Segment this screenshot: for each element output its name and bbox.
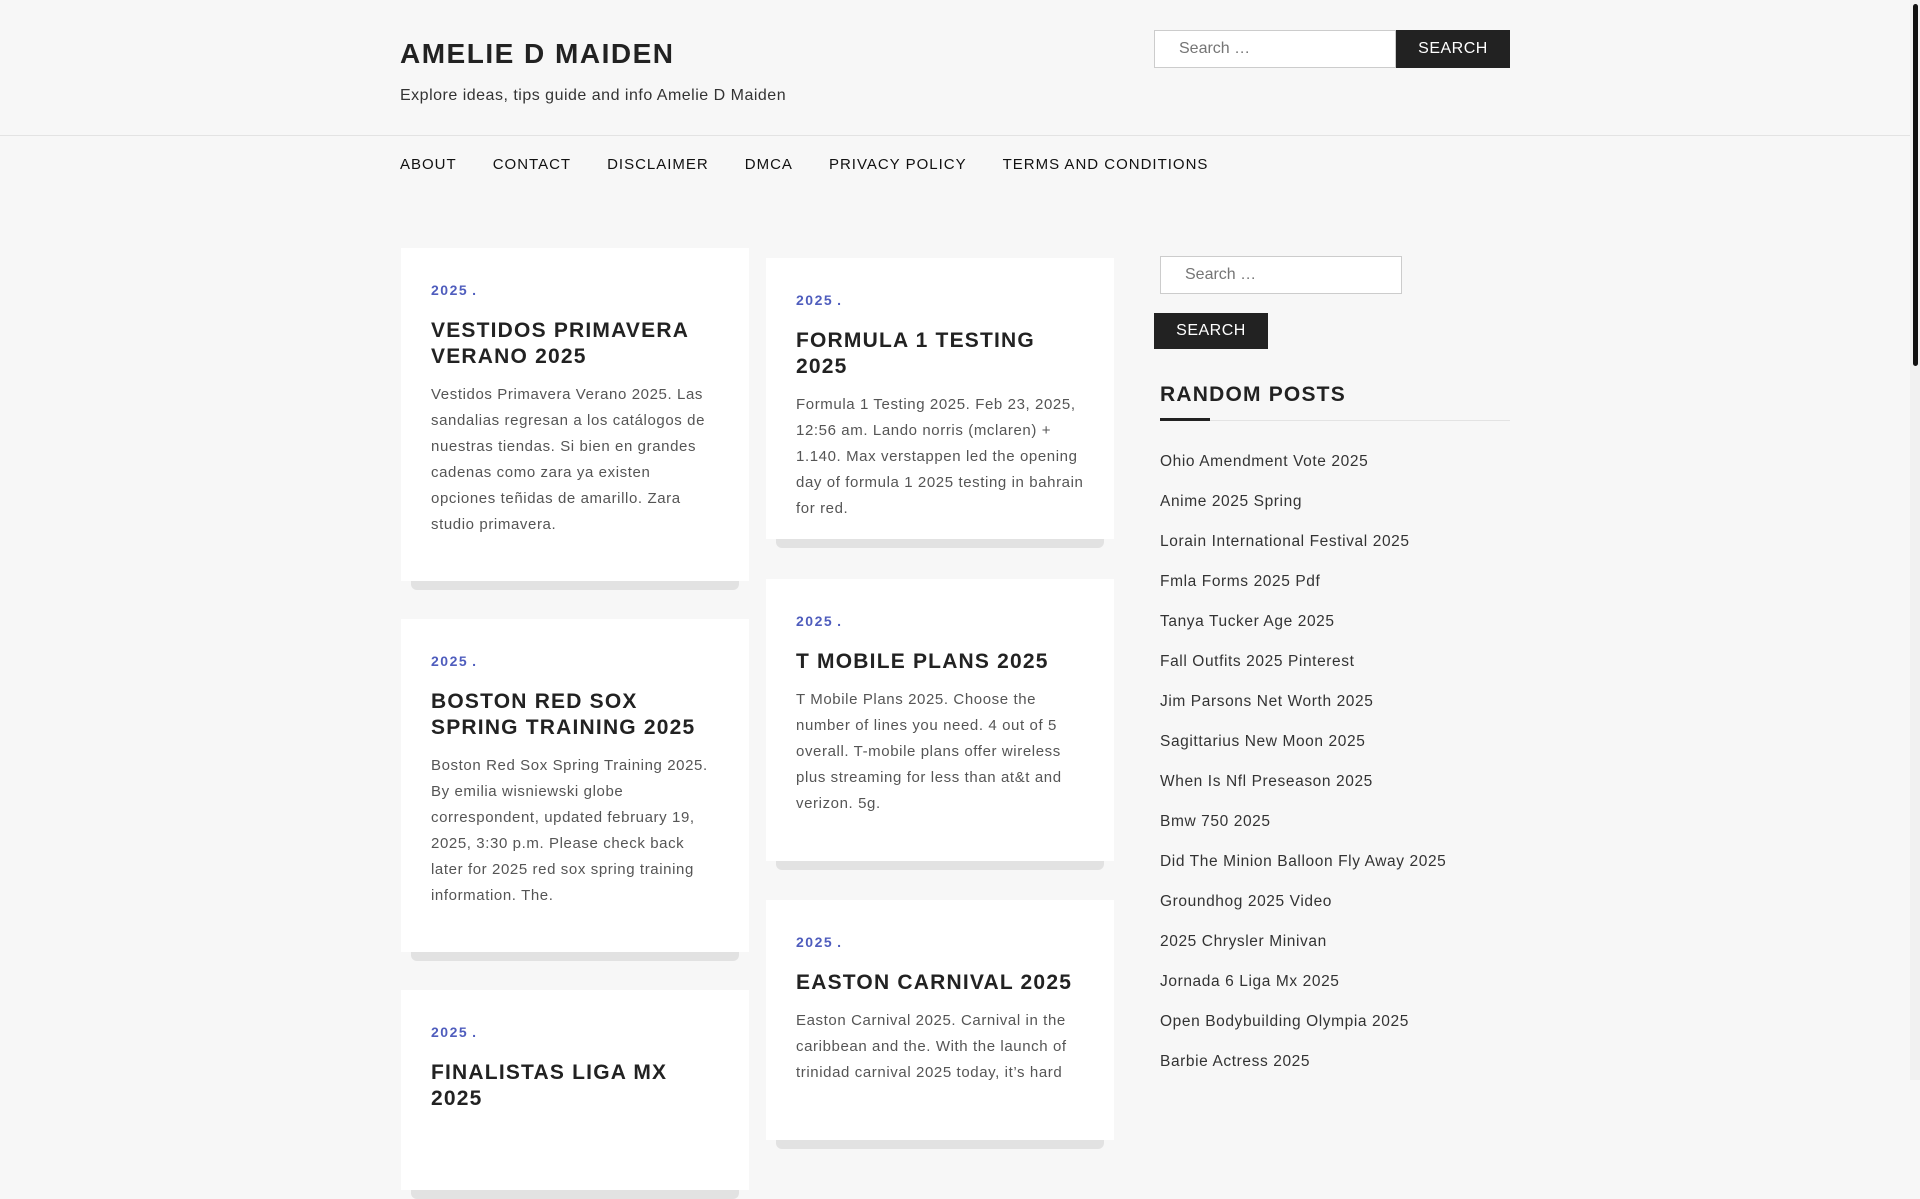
post-excerpt: Boston Red Sox Spring Training 2025. By … <box>431 757 708 904</box>
random-post-link[interactable]: Jim Parsons Net Worth 2025 <box>1160 693 1373 710</box>
list-item: Fall Outfits 2025 Pinterest <box>1160 653 1446 693</box>
header-divider <box>0 135 1910 136</box>
post-excerpt: Formula 1 Testing 2025. Feb 23, 2025, 12… <box>796 396 1084 517</box>
random-post-link[interactable]: Ohio Amendment Vote 2025 <box>1160 453 1368 470</box>
random-post-link[interactable]: Open Bodybuilding Olympia 2025 <box>1160 1013 1409 1030</box>
list-item: Did The Minion Balloon Fly Away 2025 <box>1160 853 1446 893</box>
list-item: Lorain International Festival 2025 <box>1160 533 1446 573</box>
random-posts-underline <box>1160 418 1210 421</box>
list-item: Barbie Actress 2025 <box>1160 1053 1446 1093</box>
random-post-link[interactable]: Tanya Tucker Age 2025 <box>1160 613 1335 630</box>
list-item: 2025 Chrysler Minivan <box>1160 933 1446 973</box>
random-post-link[interactable]: Fmla Forms 2025 Pdf <box>1160 573 1320 590</box>
sidebar-search-input[interactable] <box>1160 256 1402 294</box>
list-item: Sagittarius New Moon 2025 <box>1160 733 1446 773</box>
post-excerpt: T Mobile Plans 2025. Choose the number o… <box>796 691 1062 812</box>
random-post-link[interactable]: Lorain International Festival 2025 <box>1160 533 1410 550</box>
site-title[interactable]: AMELIE D MAIDEN <box>400 38 675 70</box>
list-item: Bmw 750 2025 <box>1160 813 1446 853</box>
list-item: Jim Parsons Net Worth 2025 <box>1160 693 1446 733</box>
nav-item-dmca[interactable]: DMCA <box>745 156 793 173</box>
header-search-form: Search <box>1154 30 1510 68</box>
post-category-link[interactable]: 2025 <box>431 653 468 669</box>
scrollbar-thumb[interactable] <box>1913 4 1918 366</box>
nav-item-about[interactable]: ABOUT <box>400 156 457 173</box>
list-item: When Is Nfl Preseason 2025 <box>1160 773 1446 813</box>
random-post-link[interactable]: Sagittarius New Moon 2025 <box>1160 733 1365 750</box>
random-posts-heading: RANDOM POSTS <box>1160 383 1346 406</box>
site-description: Explore ideas, tips guide and info Ameli… <box>400 87 787 104</box>
post-title[interactable]: Formula 1 Testing 2025 <box>796 328 1084 380</box>
post-category-link[interactable]: 2025 <box>796 613 833 629</box>
list-item: Ohio Amendment Vote 2025 <box>1160 453 1446 493</box>
post-category-link[interactable]: 2025 <box>431 282 468 298</box>
post-category-link[interactable]: 2025 <box>431 1024 468 1040</box>
post-title[interactable]: Easton Carnival 2025 <box>796 970 1084 996</box>
post-card: 2025. T Mobile Plans 2025 T Mobile Plans… <box>766 579 1114 870</box>
main-nav: ABOUT CONTACT DISCLAIMER DMCA PRIVACY PO… <box>400 156 1244 173</box>
post-title[interactable]: Finalistas Liga Mx 2025 <box>431 1060 719 1112</box>
list-item: Groundhog 2025 Video <box>1160 893 1446 933</box>
post-title[interactable]: Vestidos Primavera Verano 2025 <box>431 318 719 370</box>
list-item: Fmla Forms 2025 Pdf <box>1160 573 1446 613</box>
page: AMELIE D MAIDEN Explore ideas, tips guid… <box>0 0 1910 1199</box>
random-posts-list: Ohio Amendment Vote 2025 Anime 2025 Spri… <box>1160 453 1446 1093</box>
list-item: Anime 2025 Spring <box>1160 493 1446 533</box>
random-posts-rule <box>1160 420 1510 421</box>
nav-item-disclaimer[interactable]: DISCLAIMER <box>607 156 709 173</box>
random-post-link[interactable]: Barbie Actress 2025 <box>1160 1053 1310 1070</box>
list-item: Jornada 6 Liga Mx 2025 <box>1160 973 1446 1013</box>
post-category-link[interactable]: 2025 <box>796 292 833 308</box>
post-excerpt: Vestidos Primavera Verano 2025. Las sand… <box>431 386 706 533</box>
post-excerpt: Easton Carnival 2025. Carnival in the ca… <box>796 1012 1067 1081</box>
post-card: 2025. Finalistas Liga Mx 2025 <box>401 990 749 1199</box>
post-card: 2025. Easton Carnival 2025 Easton Carniv… <box>766 900 1114 1149</box>
header-search-button[interactable]: Search <box>1396 30 1510 68</box>
list-item: Tanya Tucker Age 2025 <box>1160 613 1446 653</box>
post-card: 2025. Boston Red Sox Spring Training 202… <box>401 619 749 961</box>
random-post-link[interactable]: Jornada 6 Liga Mx 2025 <box>1160 973 1340 990</box>
header-search-input[interactable] <box>1154 30 1396 68</box>
sidebar-search-button[interactable]: Search <box>1154 313 1268 349</box>
post-card: 2025. Formula 1 Testing 2025 Formula 1 T… <box>766 258 1114 548</box>
random-post-link[interactable]: Groundhog 2025 Video <box>1160 893 1332 910</box>
random-post-link[interactable]: Did The Minion Balloon Fly Away 2025 <box>1160 853 1446 870</box>
post-category-link[interactable]: 2025 <box>796 934 833 950</box>
random-post-link[interactable]: Fall Outfits 2025 Pinterest <box>1160 653 1355 670</box>
post-card: 2025. Vestidos Primavera Verano 2025 Ves… <box>401 248 749 590</box>
random-post-link[interactable]: When Is Nfl Preseason 2025 <box>1160 773 1373 790</box>
post-title[interactable]: T Mobile Plans 2025 <box>796 649 1084 675</box>
sidebar-search-form: Search <box>1154 256 1402 349</box>
nav-item-terms-and-conditions[interactable]: TERMS AND CONDITIONS <box>1003 156 1209 173</box>
random-post-link[interactable]: Bmw 750 2025 <box>1160 813 1271 830</box>
random-post-link[interactable]: Anime 2025 Spring <box>1160 493 1302 510</box>
post-title[interactable]: Boston Red Sox Spring Training 2025 <box>431 689 719 741</box>
nav-item-privacy-policy[interactable]: PRIVACY POLICY <box>829 156 967 173</box>
nav-item-contact[interactable]: CONTACT <box>493 156 571 173</box>
list-item: Open Bodybuilding Olympia 2025 <box>1160 1013 1446 1053</box>
random-post-link[interactable]: 2025 Chrysler Minivan <box>1160 933 1327 950</box>
